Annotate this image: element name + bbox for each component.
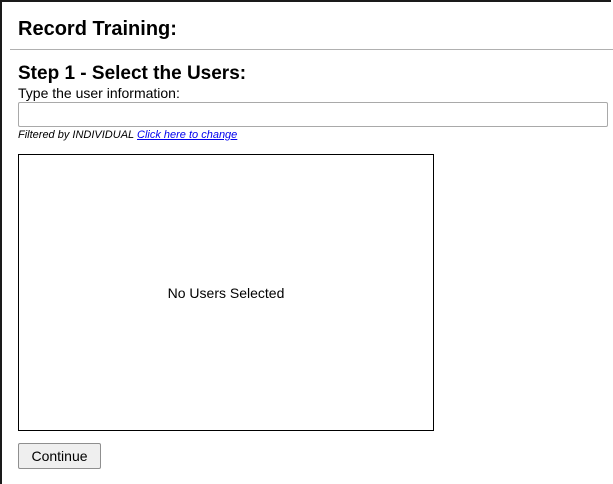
step-heading: Step 1 - Select the Users: [18, 63, 247, 84]
page-title: Record Training: [18, 18, 177, 40]
user-info-label: Type the user information: [18, 85, 180, 101]
filter-line: Filtered by INDIVIDUAL Click here to cha… [18, 128, 237, 142]
change-filter-link[interactable]: Click here to change [137, 129, 237, 141]
empty-list-text: No Users Selected [167, 284, 285, 301]
title-divider [10, 49, 613, 50]
continue-button[interactable]: Continue [18, 443, 101, 469]
selected-users-list: No Users Selected [18, 154, 434, 431]
filter-status-text: Filtered by INDIVIDUAL [18, 129, 134, 141]
user-search-input[interactable] [18, 102, 608, 127]
